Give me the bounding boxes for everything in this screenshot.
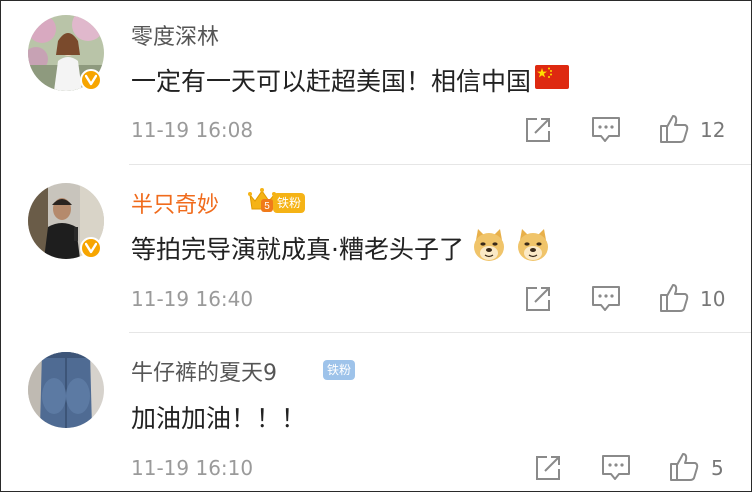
comment-username[interactable]: 零度深林 (131, 19, 219, 51)
comment-text: 等拍完导演就成真·糟老头子了 (131, 229, 552, 265)
comment-text: 一定有一天可以赶超美国！相信中国 (131, 63, 570, 97)
comment-icon[interactable] (591, 285, 621, 317)
comment-text-body: 等拍完导演就成真·糟老头子了 (131, 235, 464, 264)
verified-badge-icon (80, 237, 102, 259)
avatar-photo (28, 352, 104, 428)
comment-text: 加油加油！！！ (131, 400, 306, 434)
comment-list: 零度深林 一定有一天可以赶超美国！相信中国 11-19 16:08 12 半只奇… (0, 0, 752, 492)
share-icon[interactable] (534, 454, 562, 486)
comment-timestamp: 11-19 16:10 (131, 456, 254, 480)
comment-timestamp: 11-19 16:08 (131, 118, 254, 142)
comment-text-body: 加油加油！！！ (131, 404, 307, 433)
doge-emoji-icon (514, 226, 552, 270)
comment-icon[interactable] (601, 454, 631, 486)
verified-badge-icon (80, 69, 102, 91)
vip-level: 5 (264, 201, 270, 212)
like-count: 5 (711, 456, 724, 480)
comment-username[interactable]: 半只奇妙 (131, 187, 219, 219)
avatar[interactable] (28, 352, 104, 428)
comment-item: 零度深林 一定有一天可以赶超美国！相信中国 11-19 16:08 12 (1, 1, 751, 164)
comment-icon[interactable] (591, 116, 621, 148)
like-count: 12 (700, 118, 726, 142)
comment-item: 牛仔裤的夏天9 铁粉 加油加油！！！ 11-19 16:10 5 (1, 333, 751, 491)
china-flag-icon (535, 65, 570, 95)
comment-item: 半只奇妙 5 铁粉 等拍完导演就成真·糟老头子了 11-19 16:40 10 (1, 165, 751, 332)
like-icon[interactable] (668, 451, 700, 487)
comment-text-body: 一定有一天可以赶超美国！相信中国 (131, 67, 532, 96)
fan-badge: 铁粉 (273, 193, 306, 213)
like-count: 10 (700, 287, 726, 311)
share-icon[interactable] (524, 116, 552, 148)
share-icon[interactable] (524, 285, 552, 317)
like-icon[interactable] (658, 282, 690, 318)
comment-timestamp: 11-19 16:40 (131, 287, 254, 311)
like-icon[interactable] (658, 113, 690, 149)
doge-emoji-icon (470, 226, 508, 270)
comment-username[interactable]: 牛仔裤的夏天9 (131, 355, 277, 387)
fan-badge: 铁粉 (323, 360, 356, 380)
